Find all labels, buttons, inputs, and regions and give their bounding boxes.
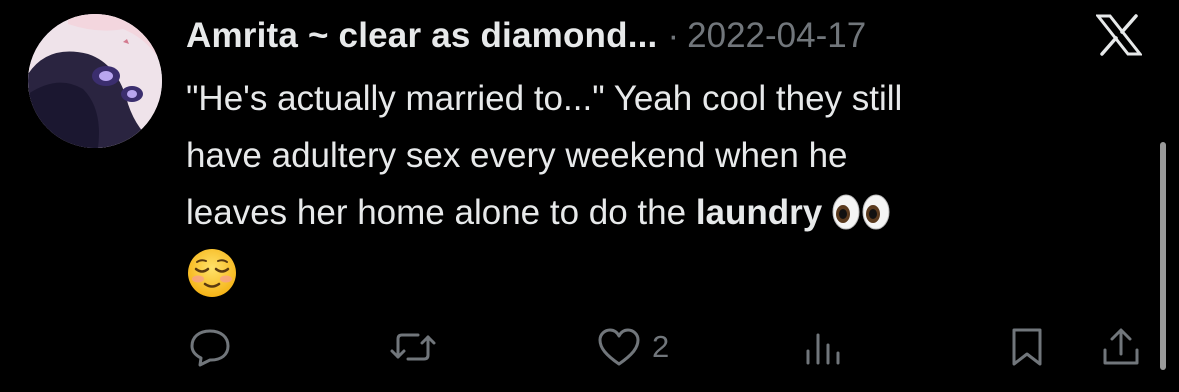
tweet-date[interactable]: 2022-04-17 [687, 16, 866, 56]
action-bar: 2 [0, 322, 1179, 372]
tweet-text-fragment: leaves her home alone to do the [186, 193, 687, 232]
bookmark-icon [1008, 326, 1046, 368]
separator-dot: · [667, 16, 680, 55]
retweet-button[interactable] [388, 322, 438, 372]
tweet-header: Amrita ~ clear as diamond... · 2022-04-1… [186, 10, 866, 62]
relieved-face-emoji-icon [186, 247, 238, 316]
scrollbar[interactable] [1160, 142, 1166, 370]
share-button[interactable] [1100, 322, 1142, 372]
tweet-text-line [186, 247, 1146, 316]
avatar[interactable] [28, 14, 162, 148]
heart-icon [596, 326, 642, 368]
eyes-emoji-icon [832, 190, 892, 247]
reply-icon [188, 327, 232, 367]
like-count: 2 [652, 329, 670, 364]
display-name[interactable]: Amrita ~ clear as diamond... [186, 16, 657, 56]
reply-button[interactable] [188, 322, 232, 372]
x-logo-icon [1094, 14, 1144, 56]
like-button[interactable]: 2 [596, 322, 669, 372]
bookmark-button[interactable] [1008, 322, 1046, 372]
tweet-card[interactable]: Amrita ~ clear as diamond... · 2022-04-1… [0, 0, 1179, 392]
bold-word: laundry [695, 193, 823, 232]
tweet-text-line: "He's actually married to..." Yeah cool … [186, 79, 903, 118]
tweet-text-line: have adultery sex every weekend when he [186, 136, 848, 175]
views-icon [804, 327, 844, 367]
share-icon [1100, 326, 1142, 368]
views-button[interactable] [804, 322, 844, 372]
tweet-text-line: leaves her home alone to do the laundry [186, 184, 1146, 247]
retweet-icon [388, 327, 438, 367]
tweet-text: "He's actually married to..." Yeah cool … [186, 70, 1146, 316]
